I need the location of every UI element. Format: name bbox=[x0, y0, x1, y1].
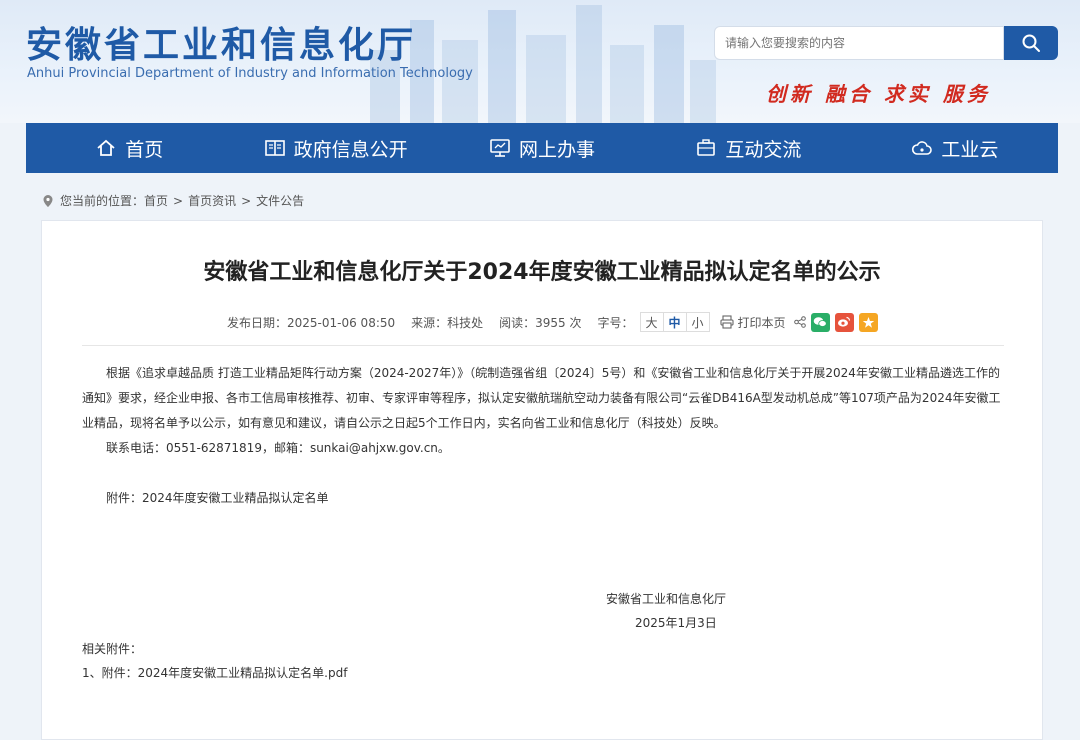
article-panel bbox=[41, 220, 1043, 740]
nav-item-home[interactable]: 首页 bbox=[26, 123, 232, 173]
breadcrumb-separator: > bbox=[241, 193, 252, 208]
nav-label: 首页 bbox=[125, 138, 164, 161]
print-button[interactable]: 打印本页 bbox=[719, 314, 786, 331]
article-title: 安徽省工业和信息化厅关于2024年度安徽工业精品拟认定名单的公示 bbox=[203, 260, 881, 285]
nav-item-gov-info[interactable]: 政府信息公开 bbox=[232, 123, 438, 173]
site-title: 安徽省工业和信息化厅 bbox=[26, 25, 417, 66]
attachment-paragraph: 附件：2024年度安徽工业精品拟认定名单 bbox=[106, 491, 329, 505]
briefcase-icon bbox=[697, 139, 716, 156]
font-size-small[interactable]: 小 bbox=[687, 313, 709, 331]
nav-item-interaction[interactable]: 互动交流 bbox=[645, 123, 851, 173]
search-icon bbox=[1022, 34, 1040, 52]
book-icon bbox=[264, 140, 285, 156]
publish-date: 发布日期：2025-01-06 08:50 bbox=[227, 315, 396, 330]
site-subtitle: Anhui Provincial Department of Industry … bbox=[27, 66, 473, 81]
breadcrumb-prefix: 您当前的位置： bbox=[60, 194, 145, 208]
signature-date: 2025年1月3日 bbox=[635, 616, 717, 630]
meta-divider bbox=[82, 345, 1004, 346]
nav-item-online-service[interactable]: 网上办事 bbox=[439, 123, 645, 173]
related-attachments-label: 相关附件： bbox=[82, 642, 143, 656]
nav-label: 工业云 bbox=[941, 138, 999, 161]
wechat-share-icon[interactable] bbox=[810, 312, 830, 332]
breadcrumb-separator: > bbox=[173, 193, 184, 208]
font-size-large[interactable]: 大 bbox=[641, 313, 664, 331]
article-meta: 发布日期：2025-01-06 08:50 来源：科技处 阅读：3955 次 字… bbox=[227, 310, 878, 334]
print-label: 打印本页 bbox=[737, 315, 786, 330]
home-icon bbox=[97, 139, 115, 156]
search-input[interactable] bbox=[714, 26, 1004, 60]
nav-label: 互动交流 bbox=[725, 138, 802, 161]
weibo-share-icon[interactable] bbox=[834, 312, 854, 332]
share-icon[interactable] bbox=[793, 316, 806, 328]
monitor-icon bbox=[490, 139, 510, 157]
attachment-link[interactable]: 1、附件：2024年度安徽工业精品拟认定名单.pdf bbox=[82, 664, 347, 681]
contact-paragraph: 联系电话：0551-62871819，邮箱：sunkai@ahjxw.gov.c… bbox=[106, 441, 450, 455]
slogan: 创新 融合 求实 服务 bbox=[766, 82, 991, 106]
font-size-medium[interactable]: 中 bbox=[664, 313, 687, 331]
nav-label: 政府信息公开 bbox=[293, 138, 408, 161]
nav-label: 网上办事 bbox=[519, 138, 596, 161]
breadcrumb-link-news[interactable]: 首页资讯 bbox=[188, 192, 236, 209]
cloud-icon bbox=[912, 141, 933, 155]
signature-org: 安徽省工业和信息化厅 bbox=[606, 592, 727, 606]
nav-item-industry-cloud[interactable]: 工业云 bbox=[852, 123, 1058, 173]
article-source: 来源：科技处 bbox=[411, 315, 484, 330]
font-size-switcher: 大 中 小 bbox=[639, 312, 710, 332]
printer-icon bbox=[719, 315, 734, 329]
favorite-star-icon[interactable] bbox=[858, 312, 878, 332]
breadcrumb-link-announcements[interactable]: 文件公告 bbox=[256, 192, 304, 209]
search-button[interactable] bbox=[1004, 26, 1058, 60]
main-nav: 首页 政府信息公开 网上办事 互动交流 工业云 bbox=[26, 123, 1058, 173]
article-paragraph: 根据《追求卓越品质 打造工业精品矩阵行动方案（2024-2027年）》（皖制造强… bbox=[82, 366, 1001, 430]
font-size-label: 字号： bbox=[597, 315, 634, 330]
breadcrumb-link-home[interactable]: 首页 bbox=[144, 192, 168, 209]
view-count: 阅读：3955 次 bbox=[499, 315, 582, 330]
breadcrumb: 您当前的位置： 首页 > 首页资讯 > 文件公告 bbox=[42, 192, 304, 209]
location-pin-icon bbox=[43, 194, 53, 207]
